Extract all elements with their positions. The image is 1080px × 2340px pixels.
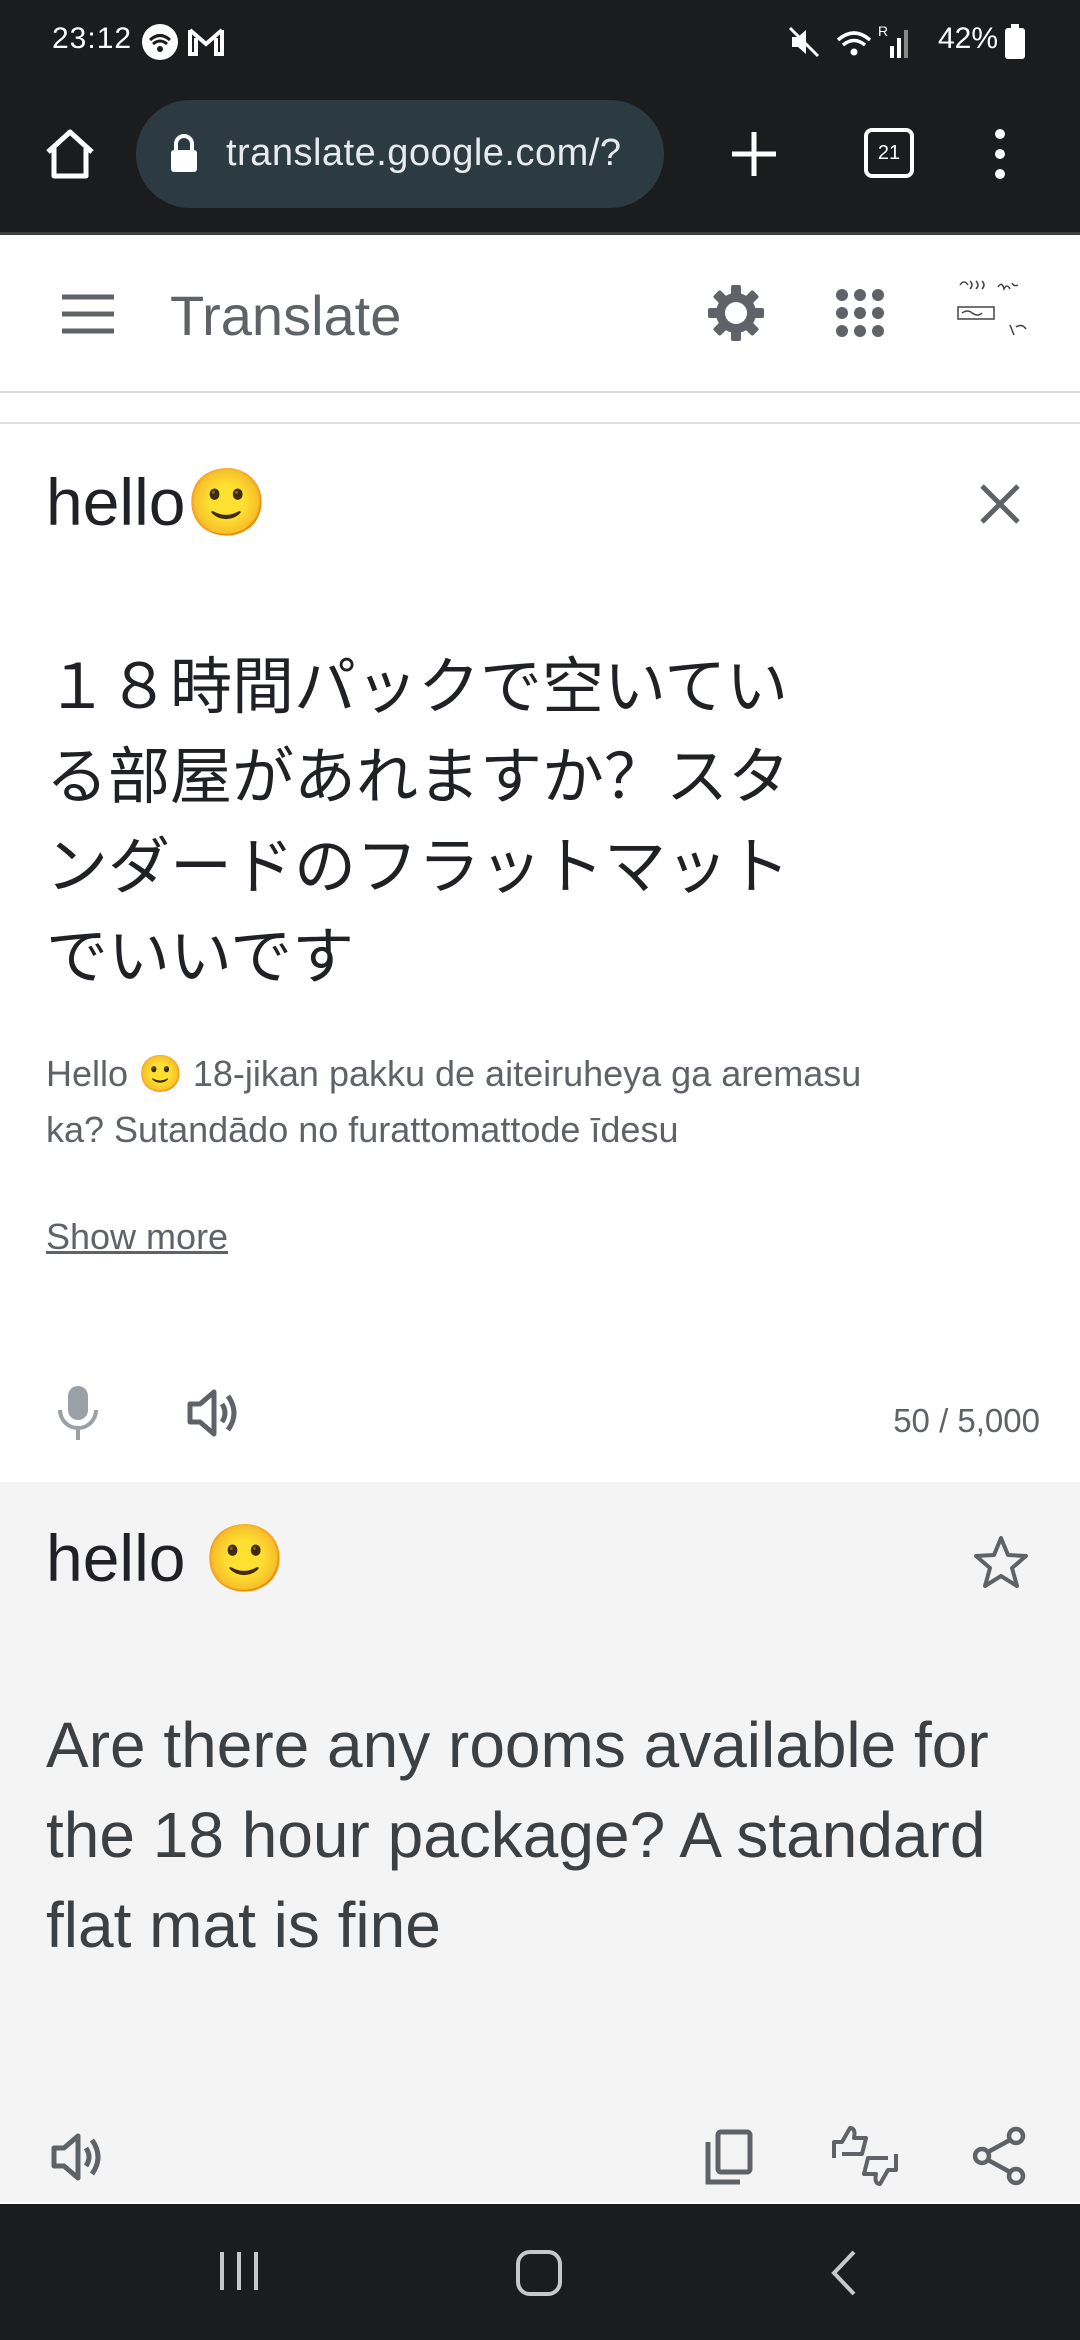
microphone-icon[interactable] — [56, 1384, 100, 1442]
copy-icon[interactable] — [704, 2128, 754, 2186]
source-greeting-text: hello🙂 — [46, 465, 268, 539]
clear-input-icon[interactable] — [976, 480, 1024, 528]
tab-count: 21 — [877, 142, 901, 164]
listen-translation-icon[interactable] — [50, 2130, 106, 2184]
transliteration-text: Hello 🙂 18-jikan pakku de aiteiruheya ga… — [46, 1053, 862, 1150]
show-more-link[interactable]: Show more — [46, 1216, 228, 1258]
svg-text:R: R — [878, 23, 888, 39]
battery-percent: 42% — [937, 22, 998, 55]
url-text[interactable]: translate.google.com/? — [226, 132, 621, 175]
feedback-thumbs-icon[interactable] — [830, 2124, 900, 2188]
wifi-calling-icon — [142, 24, 178, 60]
translation-greeting: hello 🙂 — [46, 1521, 286, 1595]
lock-icon[interactable] — [168, 134, 200, 174]
source-text[interactable]: １８時間パックで空いている部屋があれますか？スタンダードのフラットマットでいいで… — [46, 642, 806, 1002]
gmail-icon — [188, 28, 224, 56]
app-title: Translate — [170, 284, 402, 347]
menu-icon[interactable] — [60, 293, 116, 335]
source-panel[interactable]: hello🙂 １８時間パックで空いている部屋があれますか？スタンダードのフラット… — [0, 422, 1080, 1484]
app-header: Translate — [0, 235, 1080, 393]
back-icon[interactable] — [826, 2248, 862, 2298]
translation-panel: hello 🙂 Are there any rooms available fo… — [0, 1482, 1080, 2202]
account-avatar-icon[interactable] — [954, 273, 1044, 353]
share-icon[interactable] — [970, 2126, 1030, 2186]
settings-gear-icon[interactable] — [704, 281, 768, 345]
more-options-icon[interactable] — [984, 124, 1016, 184]
recent-apps-icon[interactable] — [216, 2250, 262, 2292]
battery-icon — [1005, 24, 1025, 59]
source-greeting[interactable]: hello🙂 — [46, 464, 268, 542]
signal-icon: R — [836, 23, 908, 58]
new-tab-icon[interactable] — [726, 126, 782, 182]
status-time: 23:12 — [52, 22, 133, 55]
system-nav-bar — [0, 2204, 1080, 2340]
home-nav-icon[interactable] — [514, 2248, 564, 2298]
status-bar: 23:12 R 42% — [0, 0, 1080, 84]
save-star-icon[interactable] — [972, 1534, 1030, 1590]
listen-source-icon[interactable] — [186, 1386, 242, 1440]
character-count: 50 / 5,000 — [893, 1402, 1040, 1439]
mute-icon — [788, 26, 820, 58]
url-bar[interactable]: translate.google.com/? — [136, 100, 664, 208]
home-icon[interactable] — [40, 124, 100, 184]
apps-grid-icon[interactable] — [834, 287, 886, 339]
tab-switcher-button[interactable]: 21 — [864, 128, 914, 178]
translation-text: Are there any rooms available for the 18… — [46, 1709, 989, 1961]
